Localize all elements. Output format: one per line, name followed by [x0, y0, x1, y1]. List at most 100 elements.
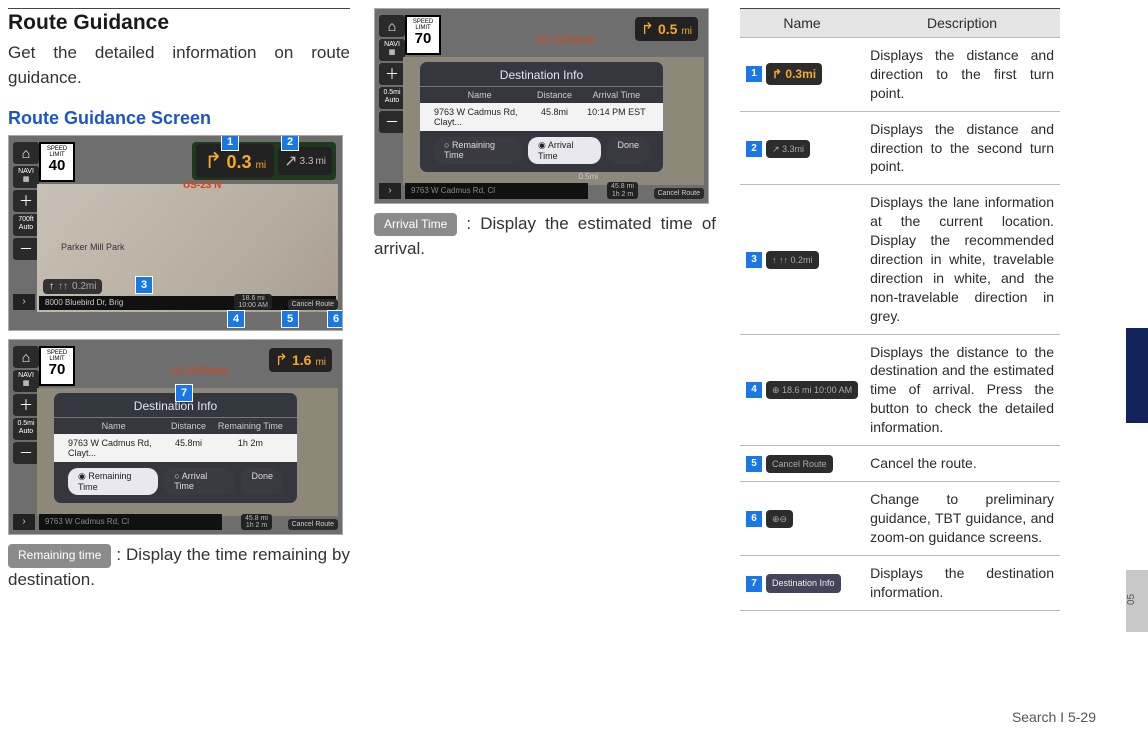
side-buttons: ⌂ NAVI▦ ＋ 0.5miAuto －	[379, 15, 405, 133]
desc-cell: Displays the distance and direction to t…	[864, 38, 1060, 112]
mini-icon: ↑ ↑↑ 0.2mi	[766, 251, 819, 269]
destination-info-panel: Destination Info Name Distance Remaining…	[53, 392, 298, 504]
scale-label: 0.5mi	[578, 172, 598, 181]
subheading: Route Guidance Screen	[8, 108, 350, 129]
intro-text: Get the detailed information on route gu…	[8, 41, 350, 90]
row-time: 1h 2m	[218, 438, 283, 458]
table-row: 4⊕ 18.6 mi 10:00 AMDisplays the distance…	[740, 334, 1060, 445]
turn-arrow-icon: ↱	[641, 19, 654, 39]
th-desc: Description	[864, 9, 1060, 38]
second-turn-box: ↗ 3.3 mi	[278, 147, 332, 175]
done-btn: Done	[607, 137, 649, 164]
second-turn-dist: 3.3	[300, 156, 314, 167]
mini-icon: ↗ 3.3mi	[766, 140, 810, 158]
panel-columns: Name Distance Arrival Time	[420, 87, 663, 103]
page-footer: Search I 5-29	[1012, 709, 1096, 725]
first-turn-dist: 0.3	[227, 152, 252, 173]
panel-buttons: ◉ Remaining Time ○ Arrival Time Done	[54, 462, 297, 497]
desc-cell: Displays the distance to the destination…	[864, 334, 1060, 445]
remaining-time-btn: ◉ Remaining Time	[68, 468, 158, 495]
table-row: 1↱ 0.3miDisplays the distance and direct…	[740, 38, 1060, 112]
done-btn: Done	[241, 468, 283, 495]
arrival-time-desc: Arrival Time : Display the estimated tim…	[374, 212, 716, 261]
readout-time: 1h 2 m	[246, 522, 267, 529]
icon-cell: 4⊕ 18.6 mi 10:00 AM	[740, 334, 864, 445]
mini-icon: Destination Info	[766, 574, 841, 592]
cancel-route-btn: Cancel Route	[288, 299, 338, 310]
lane-box: ↑ ↑↑ 0.2mi	[43, 279, 102, 294]
road-label: US-23 N	[183, 180, 221, 191]
second-turn-unit: mi	[315, 156, 326, 167]
auto-icon: 700ftAuto	[13, 214, 39, 236]
navi-icon: NAVI▦	[13, 166, 39, 188]
description-table: Name Description 1↱ 0.3miDisplays the di…	[740, 8, 1060, 611]
cancel-route-btn: Cancel Route	[288, 519, 338, 530]
bottom-address: 9763 W Cadmus Rd, Cl	[45, 517, 129, 526]
col-remaining: Remaining Time	[218, 421, 283, 431]
turn-arrow-icon: ↗	[284, 151, 297, 171]
row-addr: 9763 W Cadmus Rd, Clayt...	[68, 438, 159, 458]
row-dist: 45.8mi	[525, 107, 584, 127]
first-turn-unit: mi	[681, 26, 692, 37]
auto-icon: 0.5miAuto	[13, 418, 39, 440]
first-turn-unit: mi	[256, 160, 267, 171]
turn-indicator-strip: ↱ 0.5 mi	[631, 15, 702, 43]
icon-cell: 5Cancel Route	[740, 446, 864, 482]
callout-7: 7	[175, 384, 193, 402]
turn-indicator-strip: ↱ 0.3 mi ↗ 3.3 mi	[192, 142, 336, 180]
callout-4: 4	[227, 310, 245, 328]
callout-2: 2	[281, 135, 299, 151]
speed-limit-sign: SPEED LIMIT 70	[405, 15, 441, 55]
first-turn-box: ↱ 1.6 mi	[269, 348, 332, 372]
icon-cell: 6⊕⊖	[740, 482, 864, 556]
callout-3: 3	[135, 276, 153, 294]
route-guidance-screenshot-2: ⌂ NAVI▦ ＋ 0.5miAuto － SPEED LIMIT 70 US-…	[8, 339, 343, 535]
mini-icon: ⊕⊖	[766, 510, 793, 528]
callout-number: 3	[746, 252, 762, 268]
cancel-route-btn: Cancel Route	[654, 188, 704, 199]
bottom-address-bar: 9763 W Cadmus Rd, Cl	[405, 183, 588, 199]
readout-time: 10:00 AM	[238, 302, 268, 309]
speed-limit-value: 40	[41, 158, 73, 173]
row-time: 10:14 PM EST	[584, 107, 649, 127]
icon-cell: 1↱ 0.3mi	[740, 38, 864, 112]
th-name: Name	[740, 9, 864, 38]
remaining-time-desc: Remaining time : Display the time remain…	[8, 543, 350, 592]
map-poi-label: Parker Mill Park	[61, 242, 125, 252]
bottom-address: 8000 Bluebird Dr, Brig	[45, 298, 123, 307]
col-distance: Distance	[159, 421, 218, 431]
panel-row: 9763 W Cadmus Rd, Clayt... 45.8mi 1h 2m	[54, 434, 297, 462]
icon-cell: 2↗ 3.3mi	[740, 111, 864, 185]
route-guidance-screenshot-1: ⌂ NAVI▦ ＋ 700ftAuto － SPEED LIMIT 40 Par…	[8, 135, 343, 331]
row-addr: 9763 W Cadmus Rd, Clayt...	[434, 107, 525, 127]
expand-icon: ›	[379, 183, 401, 199]
arrival-time-pill: Arrival Time	[374, 213, 457, 236]
sidebar-tab-blue	[1126, 328, 1148, 423]
zoom-in-icon: ＋	[13, 190, 39, 212]
zoom-in-icon: ＋	[13, 394, 39, 416]
side-buttons: ⌂ NAVI▦ ＋ 700ftAuto －	[13, 142, 39, 260]
callout-5: 5	[281, 310, 299, 328]
icon-cell: 7Destination Info	[740, 556, 864, 611]
first-turn-dist: 0.5	[658, 21, 677, 37]
section-title: Route Guidance	[8, 8, 350, 35]
col-name: Name	[434, 90, 525, 100]
icon-cell: 3↑ ↑↑ 0.2mi	[740, 185, 864, 334]
readout-dist: 45.8 mi	[611, 183, 634, 190]
sidebar-tab-grey: 05	[1126, 570, 1148, 632]
table-row: 7Destination InfoDisplays the destinatio…	[740, 556, 1060, 611]
callout-number: 7	[746, 576, 762, 592]
speed-limit-label: SPEED LIMIT	[41, 144, 73, 158]
lane-arrow-icon: ↑	[49, 281, 54, 292]
col-distance: Distance	[525, 90, 584, 100]
readout-time: 1h 2 m	[612, 191, 633, 198]
remaining-time-btn: ○ Remaining Time	[434, 137, 522, 164]
desc-cell: Change to preliminary guidance, TBT guid…	[864, 482, 1060, 556]
bottom-address: 9763 W Cadmus Rd, Cl	[411, 186, 495, 195]
distance-readout: 45.8 mi 1h 2 m	[241, 514, 272, 531]
turn-indicator-strip: ↱ 1.6 mi	[265, 346, 336, 374]
distance-readout: 18.6 mi 10:00 AM	[234, 294, 272, 311]
speed-limit-sign: SPEED LIMIT 40	[39, 142, 75, 182]
home-icon: ⌂	[13, 142, 39, 164]
auto-icon: 0.5miAuto	[379, 87, 405, 109]
